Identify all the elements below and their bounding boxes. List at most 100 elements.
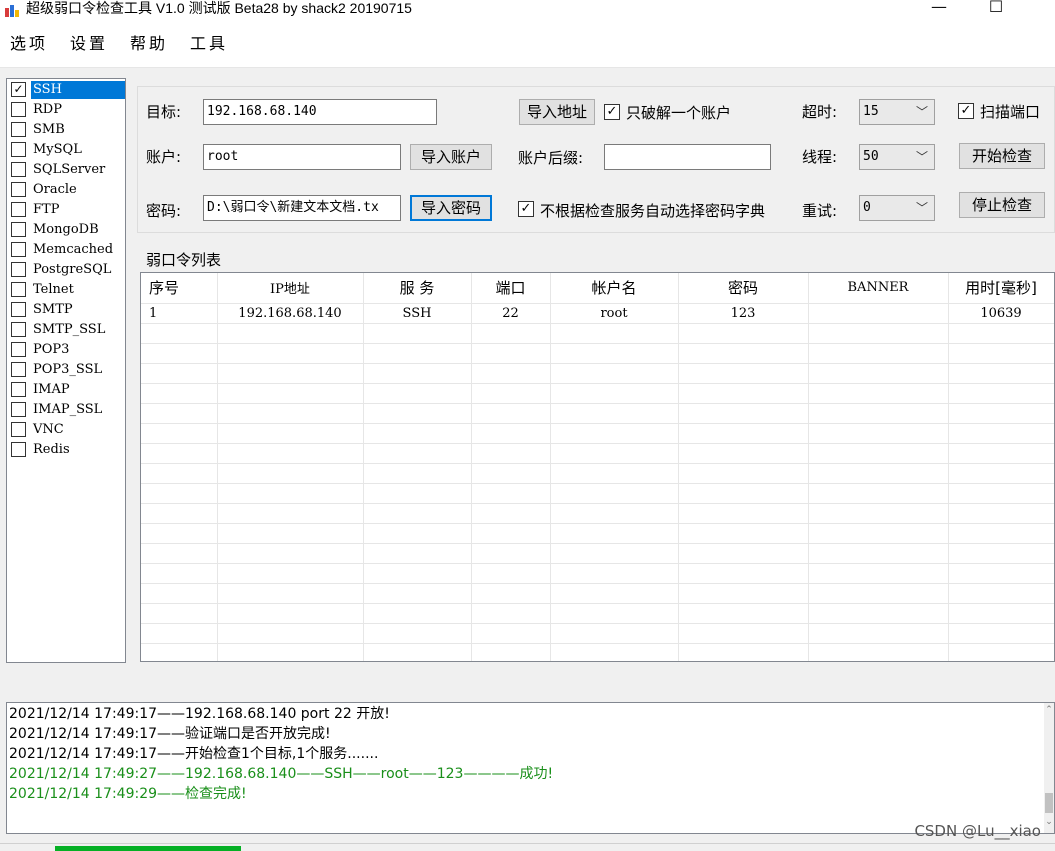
col-header-port[interactable]: 端口 [471,273,551,304]
maximize-button[interactable]: ☐ [973,0,1019,18]
table-row[interactable] [141,483,1054,504]
start-check-button[interactable]: 开始检查 [959,143,1045,169]
table-row[interactable] [141,583,1054,604]
table-row[interactable] [141,343,1054,364]
service-checkbox[interactable] [11,142,26,157]
menu-tools[interactable]: 工具 [190,30,228,54]
table-cell [948,503,1054,524]
service-checkbox[interactable] [11,202,26,217]
service-checkbox[interactable] [11,402,26,417]
service-item[interactable]: IMAP_SSL [9,400,125,420]
service-checkbox[interactable] [11,242,26,257]
import-address-button[interactable]: 导入地址 [519,99,595,125]
table-row[interactable] [141,643,1054,661]
service-checkbox[interactable] [11,262,26,277]
menu-help[interactable]: 帮助 [130,30,168,54]
col-header-ip[interactable]: IP地址 [217,273,364,304]
service-checkbox[interactable] [11,442,26,457]
log-output[interactable]: ⌃ ⌄ 2021/12/14 17:49:17——192.168.68.140 … [6,702,1055,834]
service-item[interactable]: POP3_SSL [9,360,125,380]
col-header-service[interactable]: 服 务 [363,273,472,304]
result-table[interactable]: 序号 IP地址 服 务 端口 帐户名 密码 BANNER 用时[毫秒] 1 192… [140,272,1055,662]
password-file-input[interactable]: D:\弱口令\新建文本文档.tx [203,195,401,221]
stop-check-button[interactable]: 停止检查 [959,192,1045,218]
import-account-button[interactable]: 导入账户 [410,144,492,170]
service-item[interactable]: VNC [9,420,125,440]
service-item[interactable]: ✓ SSH [9,80,125,100]
only-one-account-checkbox[interactable]: ✓ [604,104,620,120]
service-item[interactable]: Oracle [9,180,125,200]
service-item[interactable]: SMB [9,120,125,140]
account-input[interactable]: root [203,144,401,170]
threads-select[interactable]: 50 ﹀ [859,144,935,170]
log-scrollbar[interactable]: ⌃ ⌄ [1044,703,1054,833]
table-row[interactable] [141,323,1054,344]
service-item[interactable]: SMTP_SSL [9,320,125,340]
service-item[interactable]: IMAP [9,380,125,400]
service-checkbox[interactable] [11,162,26,177]
col-header-index[interactable]: 序号 [141,273,218,304]
col-header-account[interactable]: 帐户名 [550,273,679,304]
service-checkbox[interactable] [11,222,26,237]
service-checkbox[interactable] [11,422,26,437]
service-checkbox[interactable] [11,122,26,137]
service-item[interactable]: RDP [9,100,125,120]
service-item[interactable]: MongoDB [9,220,125,240]
table-cell [363,443,472,464]
table-row[interactable] [141,523,1054,544]
scroll-thumb[interactable] [1045,793,1053,813]
scroll-down-icon[interactable]: ⌄ [1044,817,1054,827]
service-item[interactable]: Telnet [9,280,125,300]
scroll-up-icon[interactable]: ⌃ [1044,705,1054,715]
retry-select[interactable]: 0 ﹀ [859,195,935,221]
table-row[interactable] [141,563,1054,584]
table-row[interactable]: 1 192.168.68.140 SSH 22 root 123 10639 [141,303,1054,324]
table-row[interactable] [141,503,1054,524]
log-line: 2021/12/14 17:49:17——验证端口是否开放完成! [9,726,331,742]
service-checkbox[interactable] [11,362,26,377]
service-item[interactable]: FTP [9,200,125,220]
service-checkbox[interactable] [11,342,26,357]
service-item[interactable]: SMTP [9,300,125,320]
col-header-time[interactable]: 用时[毫秒] [948,273,1054,304]
table-row[interactable] [141,383,1054,404]
table-row[interactable] [141,463,1054,484]
service-item[interactable]: PostgreSQL [9,260,125,280]
table-cell [217,383,364,404]
service-checkbox[interactable] [11,102,26,117]
menu-settings[interactable]: 设置 [70,30,108,54]
table-cell [808,643,949,661]
service-item[interactable]: POP3 [9,340,125,360]
service-checkbox[interactable] [11,182,26,197]
timeout-select[interactable]: 15 ﹀ [859,99,935,125]
scan-port-checkbox[interactable]: ✓ [958,103,974,119]
table-row[interactable] [141,363,1054,384]
minimize-button[interactable]: — [916,0,962,18]
import-password-button[interactable]: 导入密码 [410,195,492,221]
table-row[interactable] [141,423,1054,444]
service-item[interactable]: MySQL [9,140,125,160]
service-checkbox[interactable] [11,322,26,337]
service-item[interactable]: Redis [9,440,125,460]
menu-options[interactable]: 选项 [10,30,48,54]
table-cell [550,623,679,644]
table-row[interactable] [141,603,1054,624]
table-row[interactable] [141,543,1054,564]
service-item[interactable]: Memcached [9,240,125,260]
service-checkbox[interactable]: ✓ [11,82,26,97]
account-suffix-input[interactable] [604,144,771,170]
no-auto-dict-checkbox[interactable]: ✓ [518,201,534,217]
table-row[interactable] [141,403,1054,424]
table-row[interactable] [141,623,1054,644]
service-checkbox[interactable] [11,382,26,397]
table-cell [141,603,218,624]
col-header-banner[interactable]: BANNER [808,273,949,304]
app-icon [5,5,19,17]
col-header-password[interactable]: 密码 [678,273,809,304]
service-item[interactable]: SQLServer [9,160,125,180]
target-input[interactable]: 192.168.68.140 [203,99,437,125]
service-checkbox[interactable] [11,302,26,317]
table-row[interactable] [141,443,1054,464]
service-checkbox[interactable] [11,282,26,297]
table-cell [471,523,551,544]
